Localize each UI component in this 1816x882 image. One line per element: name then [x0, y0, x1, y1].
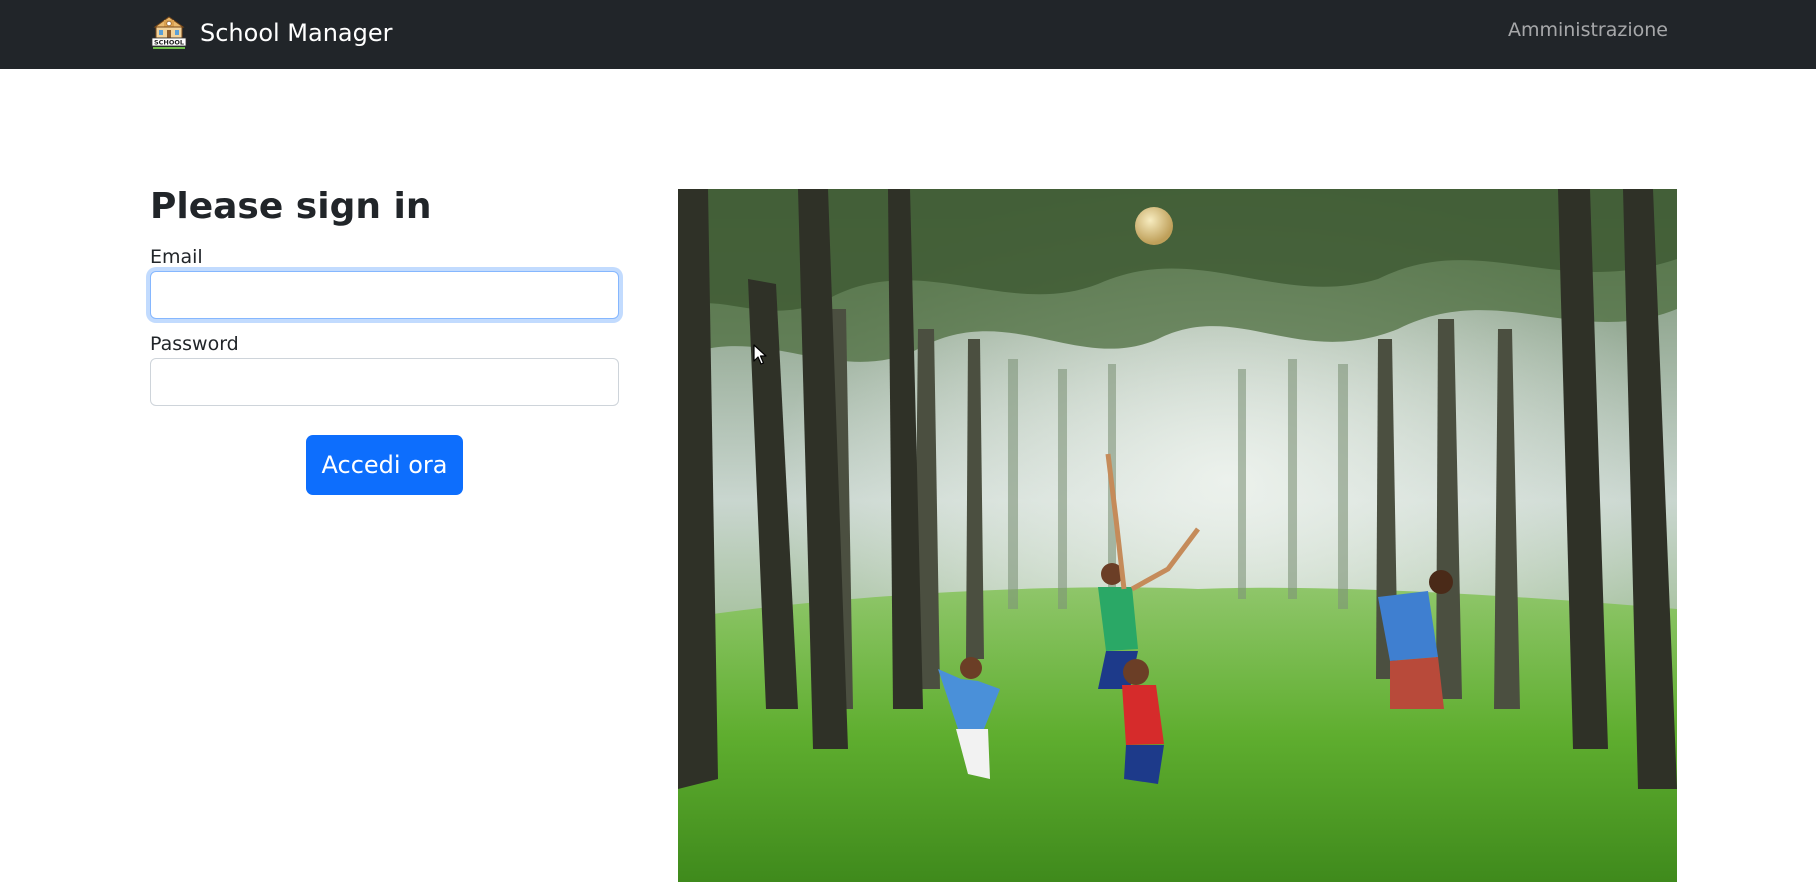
hero-photo-illustration	[678, 189, 1677, 882]
email-label: Email	[150, 246, 203, 269]
mouse-pointer-icon	[753, 344, 767, 365]
signin-form: Please sign in Email Password Accedi ora	[150, 185, 620, 495]
nav-link-administration[interactable]: Amministrazione	[1508, 19, 1668, 41]
password-field[interactable]	[150, 357, 619, 406]
hero-image	[678, 189, 1677, 882]
top-navbar: SCHOOL School Manager Amministrazione	[0, 0, 1816, 69]
password-label: Password	[150, 332, 239, 355]
school-building-icon: SCHOOL	[151, 16, 187, 49]
email-field[interactable]	[150, 270, 619, 319]
page-title: Please sign in	[150, 186, 432, 227]
brand-link[interactable]: SCHOOL School Manager	[150, 13, 393, 53]
brand-name: School Manager	[200, 19, 393, 47]
svg-text:SCHOOL: SCHOOL	[154, 39, 184, 47]
sign-in-button[interactable]: Accedi ora	[306, 435, 463, 495]
